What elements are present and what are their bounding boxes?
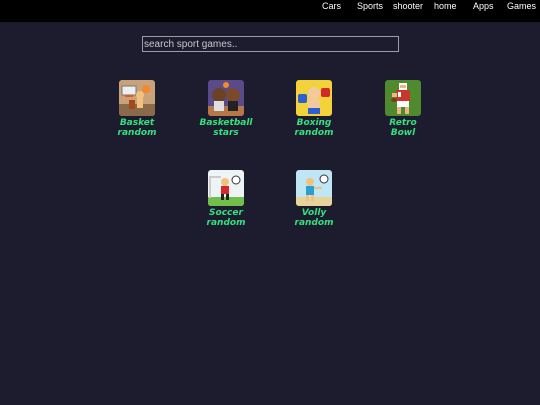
game-title: Retro Bowl: [389, 118, 417, 138]
search-input[interactable]: [142, 36, 399, 52]
nav-link-shooter[interactable]: shooter: [393, 1, 423, 11]
game-title: Basket random: [117, 118, 157, 138]
game-tile-boxing-random[interactable]: Boxing random: [279, 80, 349, 138]
game-title: Volly random: [294, 208, 334, 228]
basketball-stars-icon[interactable]: [208, 80, 244, 116]
game-title: Soccer random: [206, 208, 246, 228]
nav-link-cars[interactable]: Cars: [322, 1, 341, 11]
boxing-random-icon[interactable]: [296, 80, 332, 116]
nav-link-home[interactable]: home: [434, 1, 457, 11]
game-title: Basketball stars: [199, 118, 253, 138]
game-title: Boxing random: [294, 118, 334, 138]
basket-random-icon[interactable]: [119, 80, 155, 116]
volly-random-icon[interactable]: [296, 170, 332, 206]
nav-link-sports[interactable]: Sports: [357, 1, 383, 11]
nav-link-games[interactable]: Games: [507, 1, 536, 11]
retro-bowl-icon[interactable]: [385, 80, 421, 116]
top-nav-bar: Cars Sports shooter home Apps Games: [0, 0, 540, 22]
game-tile-volly-random[interactable]: Volly random: [279, 170, 349, 228]
game-tile-basket-random[interactable]: Basket random: [102, 80, 172, 138]
soccer-random-icon[interactable]: [208, 170, 244, 206]
game-tile-soccer-random[interactable]: Soccer random: [191, 170, 261, 228]
game-tile-retro-bowl[interactable]: Retro Bowl: [368, 80, 438, 138]
game-tile-basketball-stars[interactable]: Basketball stars: [191, 80, 261, 138]
nav-link-apps[interactable]: Apps: [473, 1, 494, 11]
